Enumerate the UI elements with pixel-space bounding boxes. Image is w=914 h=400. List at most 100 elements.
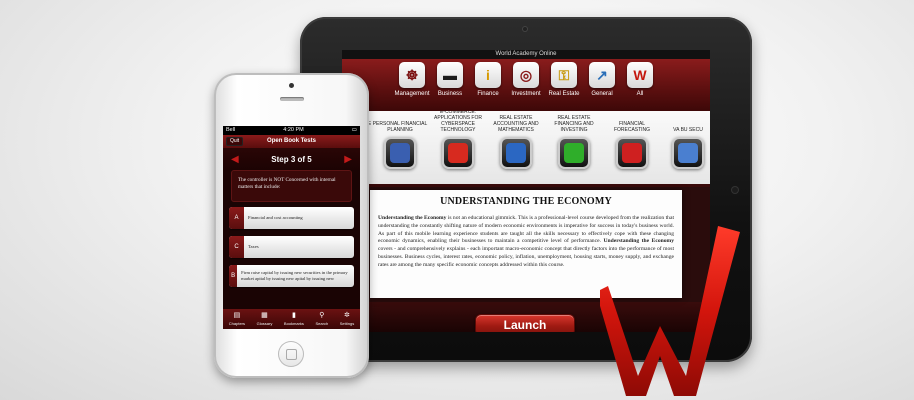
course-label: PERSONAL FINANCIAL PLANNING [372, 121, 428, 133]
bookmark-icon: ▮ [292, 312, 296, 319]
course-icon-fill [622, 143, 642, 163]
category-finance[interactable]: i Finance [472, 62, 504, 97]
ecommerce-course-icon [442, 137, 474, 169]
tablet-camera [522, 26, 528, 32]
course-label: VA BU SECU [673, 127, 703, 133]
answer-option[interactable]: A Financial and cost accounting [229, 207, 354, 229]
target-icon: ◎ [513, 62, 539, 88]
course-item[interactable]: REAL ESTATE FINANCING AND INVESTING [546, 113, 602, 169]
chart-icon: ↗ [589, 62, 615, 88]
category-all[interactable]: W All [624, 62, 656, 97]
securities-course-icon [672, 137, 704, 169]
category-general[interactable]: ↗ General [586, 62, 618, 97]
book-icon: ▤ [233, 312, 241, 319]
world-academy-logo-icon: W [627, 62, 653, 88]
course-label: E-COMMERCE: APPLICATIONS FOR CYBERSPACE … [434, 111, 482, 133]
phone-status-bar: Bell 4:20 PM ▭ [223, 126, 360, 135]
answer-letter: A [229, 207, 244, 229]
logo-w-shape [600, 226, 740, 396]
next-step-icon[interactable]: ▶ [344, 154, 352, 165]
clock: 4:20 PM [283, 127, 304, 133]
planning-course-icon [384, 137, 416, 169]
category-business[interactable]: ▬ Business [434, 62, 466, 97]
ship-wheel-icon: ☸ [399, 62, 425, 88]
tab-settings[interactable]: ✲ Settings [340, 312, 354, 326]
phone-tab-bar: ▤ Chapters ▦ Glossary ▮ Bookmarks ⚲ Search ✲ Sett… [223, 309, 360, 329]
tab-label: Settings [339, 321, 355, 326]
category-label: Investment [511, 91, 541, 97]
quit-button[interactable]: Quit [226, 137, 244, 146]
course-label: REAL ESTATE ACCOUNTING AND MATHEMATICS [493, 115, 539, 133]
forecasting-course-icon [616, 137, 648, 169]
course-item[interactable]: REAL ESTATE ACCOUNTING AND MATHEMATICS [488, 113, 544, 169]
battery-icon: ▭ [351, 127, 357, 133]
course-icon-fill [390, 143, 410, 163]
course-label: REAL ESTATE FINANCING AND INVESTING [554, 115, 594, 133]
course-icon-fill [448, 143, 468, 163]
course-item[interactable]: FINANCIAL FORECASTING [604, 113, 660, 169]
category-bar: ☸ Management ▬ Business i Finance ◎ Investment ⚿… [342, 59, 710, 111]
course-item[interactable]: VA BU SECU [660, 113, 710, 169]
answer-option[interactable]: B Firm raise capital by issuing new secur… [229, 265, 354, 287]
tab-label: Bookmarks [283, 321, 304, 326]
re-financing-course-icon [558, 137, 590, 169]
glossary-icon: ▦ [261, 312, 268, 319]
category-management[interactable]: ☸ Management [394, 62, 430, 97]
tab-label: Chapters [228, 321, 246, 326]
nav-title: Open Book Tests [267, 138, 316, 144]
tab-search[interactable]: ⚲ Search [316, 312, 329, 326]
tablet-home-button [732, 187, 738, 193]
step-navigator: ◀ Step 3 of 5 ▶ [223, 148, 360, 170]
tablet-status-bar: World Academy Online [342, 50, 710, 59]
category-investment[interactable]: ◎ Investment [510, 62, 542, 97]
phone-nav-bar: Quit Open Book Tests [223, 135, 360, 148]
answer-text: Firm raise capital by issuing new securi… [241, 270, 348, 281]
course-title: UNDERSTANDING THE ECONOMY [440, 196, 612, 207]
course-item[interactable]: E-COMMERCE: APPLICATIONS FOR CYBERSPACE … [430, 111, 486, 169]
answer-letter: B [229, 265, 238, 287]
carrier-label: Bell [226, 127, 236, 133]
description-lead-bold: Understanding the Economy [378, 215, 447, 221]
re-accounting-course-icon [500, 137, 532, 169]
answer-option[interactable]: C Taxes [229, 236, 354, 258]
course-label: FINANCIAL FORECASTING [613, 121, 651, 133]
category-real-estate[interactable]: ⚿ Real Estate [548, 62, 580, 97]
tab-bookmarks[interactable]: ▮ Bookmarks [284, 312, 304, 326]
phone-device: Bell 4:20 PM ▭ Quit Open Book Tests ◀ St… [214, 73, 369, 378]
answer-list: A Financial and cost accounting C Taxes B Fir… [223, 207, 360, 287]
category-label: All [636, 91, 644, 97]
info-icon: i [475, 62, 501, 88]
search-icon: ⚲ [319, 312, 325, 319]
step-indicator: Step 3 of 5 [271, 154, 312, 164]
question-text: The controller is NOT Concerned with int… [231, 170, 352, 202]
key-icon: ⚿ [551, 62, 577, 88]
answer-text: Financial and cost accounting [248, 215, 303, 221]
course-icon-fill [678, 143, 698, 163]
previous-step-icon[interactable]: ◀ [231, 154, 239, 165]
gear-icon: ✲ [344, 312, 350, 319]
tab-label: Search [315, 321, 329, 326]
tab-glossary[interactable]: ▦ Glossary [257, 312, 273, 326]
tab-label: Glossary [256, 321, 273, 326]
category-label: Management [394, 91, 430, 97]
world-academy-logo [600, 226, 740, 396]
category-label: Real Estate [548, 91, 580, 97]
phone-screen: Bell 4:20 PM ▭ Quit Open Book Tests ◀ St… [223, 126, 360, 329]
course-carousel[interactable]: UNDERSTANDING THE ECONOMYPERSONAL FINANC… [342, 111, 710, 187]
phone-camera [289, 83, 294, 88]
tab-chapters[interactable]: ▤ Chapters [229, 312, 245, 326]
credit-card-icon: ▬ [437, 62, 463, 88]
category-label: General [591, 91, 613, 97]
category-label: Business [437, 91, 463, 97]
course-icon-fill [506, 143, 526, 163]
answer-letter: C [229, 236, 244, 258]
phone-home-button [278, 341, 304, 367]
course-icon-fill [564, 143, 584, 163]
launch-button[interactable]: Launch [475, 314, 575, 332]
answer-text: Taxes [248, 244, 259, 250]
category-label: Finance [477, 91, 499, 97]
phone-speaker [280, 97, 304, 101]
course-item[interactable]: PERSONAL FINANCIAL PLANNING [372, 113, 428, 169]
app-title: World Academy Online [495, 51, 557, 57]
marketing-stage: World Academy Online ☸ Management ▬ Busines… [0, 0, 914, 400]
